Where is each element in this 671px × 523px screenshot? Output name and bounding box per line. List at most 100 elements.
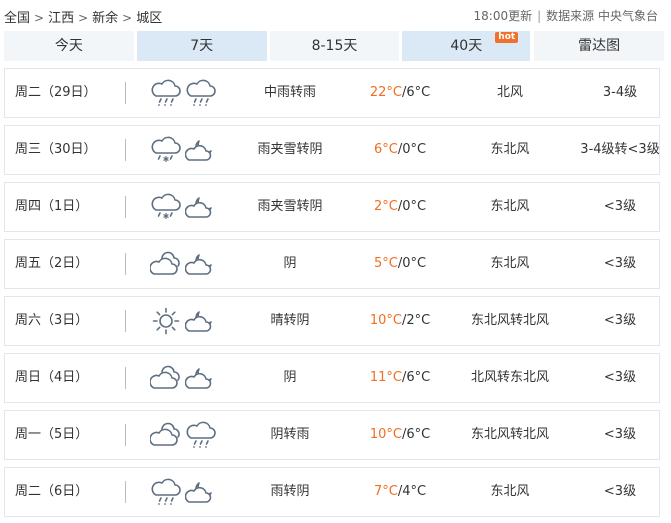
forecast-tabs: 今天 7天 8-15天 40天 hot 雷达图	[4, 31, 664, 61]
cloudy-night-icon	[185, 249, 217, 279]
weather-condition: 阴	[283, 256, 297, 271]
temperature-high: 6°C	[373, 142, 398, 157]
rain-icon	[185, 78, 217, 108]
weather-condition: 雨夹雪转阴	[257, 199, 323, 214]
breadcrumb-item-province[interactable]: 江西	[48, 11, 74, 26]
temperature: 6°C/0°C	[355, 126, 445, 174]
row-divider	[125, 481, 126, 503]
forecast-day-row: 周五（2日） 阴 5°C/0°C 东北风 <3级	[4, 239, 660, 289]
wind-level: <3级	[603, 256, 637, 271]
row-divider	[125, 367, 126, 389]
day-date: 周六（3日）	[15, 313, 89, 328]
rain-icon	[185, 420, 217, 450]
temperature: 5°C/0°C	[355, 240, 445, 288]
weather-condition: 雨夹雪转阴	[257, 142, 323, 157]
row-divider	[125, 196, 126, 218]
overcast-icon	[150, 363, 182, 393]
forecast-day-row: 周二（6日） 雨转阴 7°C/4°C 东北风 <3级	[4, 467, 660, 517]
top-bar: 全国 > 江西 > 新余 > 城区 18:00更新 | 数据来源 中央气象台	[0, 0, 671, 30]
weather-condition: 中雨转雨	[263, 85, 316, 100]
forecast-day-row: 周二（29日） 中雨转雨 22°C/6°C 北风 3-4级	[4, 68, 660, 118]
breadcrumb: 全国 > 江西 > 新余 > 城区	[4, 7, 162, 26]
temperature-low: /6°C	[401, 427, 431, 442]
rain-icon	[150, 477, 182, 507]
tab-40-days[interactable]: 40天 hot	[402, 31, 531, 61]
wind-level: 3-4级转<3级	[580, 142, 660, 157]
wind-direction: 东北风	[490, 256, 530, 271]
update-meta: 18:00更新 | 数据来源 中央气象台	[474, 7, 658, 24]
temperature-low: /6°C	[401, 85, 431, 100]
day-date: 周四（1日）	[15, 199, 89, 214]
temperature: 22°C/6°C	[355, 69, 445, 117]
wind-direction: 北风	[496, 85, 523, 100]
temperature-low: /4°C	[397, 484, 427, 499]
temperature-high: 5°C	[373, 256, 398, 271]
temperature-low: /6°C	[401, 370, 431, 385]
temperature-low: /0°C	[397, 142, 427, 157]
day-date: 周二（6日）	[15, 484, 89, 499]
sleet-icon	[150, 192, 182, 222]
tab-today[interactable]: 今天	[4, 31, 134, 61]
cloudy-night-icon	[185, 477, 217, 507]
temperature-low: /0°C	[397, 256, 427, 271]
day-date: 周三（30日）	[15, 142, 97, 157]
cloudy-night-icon	[185, 135, 217, 165]
breadcrumb-item-country[interactable]: 全国	[4, 11, 30, 26]
wind-direction: 东北风转北风	[470, 427, 549, 442]
hot-badge: hot	[495, 32, 519, 43]
weather-condition: 晴转阴	[270, 313, 310, 328]
temperature: 11°C/6°C	[355, 354, 445, 402]
temperature: 2°C/0°C	[355, 183, 445, 231]
breadcrumb-separator: >	[122, 11, 133, 25]
temperature-high: 10°C	[369, 427, 402, 442]
forecast-day-row: 周四（1日） 雨夹雪转阴 2°C/0°C 东北风 <3级	[4, 182, 660, 232]
sunny-icon	[150, 306, 182, 336]
temperature-high: 22°C	[369, 85, 402, 100]
temperature: 10°C/2°C	[355, 297, 445, 345]
sleet-icon	[150, 135, 182, 165]
day-date: 周日（4日）	[15, 370, 89, 385]
wind-direction: 东北风	[490, 199, 530, 214]
weather-condition: 阴	[283, 370, 297, 385]
temperature-high: 11°C	[369, 370, 402, 385]
row-divider	[125, 82, 126, 104]
cloudy-night-icon	[185, 192, 217, 222]
tab-7-days[interactable]: 7天	[136, 31, 267, 61]
wind-level: <3级	[603, 199, 637, 214]
wind-level: <3级	[603, 484, 637, 499]
cloudy-night-icon	[185, 306, 217, 336]
tab-40-days-label: 40天	[450, 38, 483, 54]
wind-direction: 东北风	[490, 142, 530, 157]
breadcrumb-item-city[interactable]: 新余	[92, 11, 118, 26]
wind-level: <3级	[603, 313, 637, 328]
day-date: 周二（29日）	[15, 85, 97, 100]
day-date: 周五（2日）	[15, 256, 89, 271]
wind-level: <3级	[603, 427, 637, 442]
weather-condition: 雨转阴	[270, 484, 310, 499]
temperature-low: /0°C	[397, 199, 427, 214]
row-divider	[125, 310, 126, 332]
wind-level: 3-4级	[602, 85, 638, 100]
tab-radar[interactable]: 雷达图	[534, 31, 664, 61]
breadcrumb-separator: >	[78, 11, 89, 25]
meta-divider: |	[537, 9, 542, 23]
breadcrumb-separator: >	[34, 11, 45, 25]
wind-direction: 东北风	[490, 484, 530, 499]
overcast-icon	[150, 249, 182, 279]
wind-direction: 北风转东北风	[470, 370, 549, 385]
cloudy-night-icon	[185, 363, 217, 393]
breadcrumb-item-district: 城区	[136, 11, 163, 26]
weather-condition: 阴转雨	[270, 427, 310, 442]
overcast-icon	[150, 420, 182, 450]
forecast-day-row: 周六（3日） 晴转阴 10°C/2°C 东北风转北风 <3级	[4, 296, 660, 346]
forecast-day-row: 周三（30日） 雨夹雪转阴 6°C/0°C 东北风 3-4级转<3级	[4, 125, 660, 175]
temperature: 7°C/4°C	[355, 468, 445, 516]
forecast-day-row: 周日（4日） 阴 11°C/6°C 北风转东北风 <3级	[4, 353, 660, 403]
row-divider	[125, 253, 126, 275]
day-date: 周一（5日）	[15, 427, 89, 442]
temperature-high: 10°C	[369, 313, 402, 328]
update-time: 18:00更新	[473, 9, 533, 23]
wind-direction: 东北风转北风	[470, 313, 549, 328]
row-divider	[125, 139, 126, 161]
tab-8-15-days[interactable]: 8-15天	[269, 31, 400, 61]
